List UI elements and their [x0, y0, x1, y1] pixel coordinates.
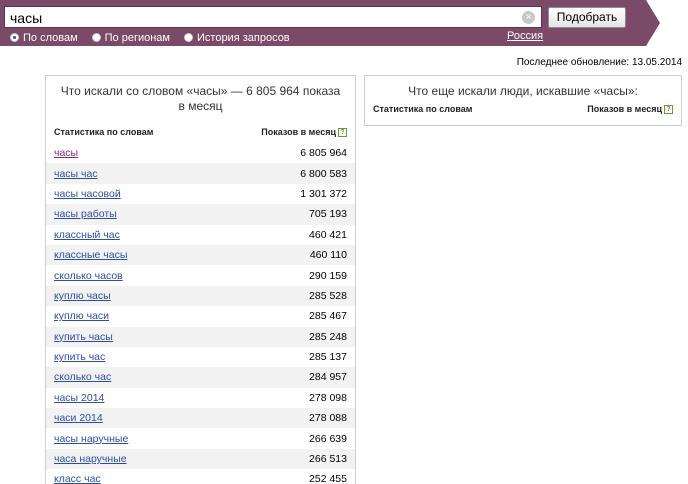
word-stats-panel: Что искали со словом «часы» — 6 805 964 … [45, 75, 356, 484]
radio-icon[interactable] [91, 33, 101, 42]
phrase-link[interactable]: куплю часи [54, 310, 109, 322]
phrase-link[interactable]: часи 2014 [54, 412, 103, 424]
phrase-link[interactable]: часы [54, 147, 78, 159]
impression-count: 460 421 [309, 228, 347, 241]
phrase-link[interactable]: часа наручные [54, 453, 127, 465]
submit-button[interactable]: Подобрать [548, 7, 626, 28]
phrase-link[interactable]: сколько часов [54, 270, 123, 282]
mode-label: По словам [23, 31, 78, 44]
search-header: часы × Подобрать По словам По регионам И… [0, 0, 688, 46]
table-row: классный час 460 421 [46, 225, 355, 245]
table-row: куплю часи 285 467 [46, 306, 355, 326]
mode-selector: По словам По регионам История запросов [10, 31, 304, 44]
help-icon[interactable]: ? [338, 128, 347, 138]
impression-count: 252 455 [309, 473, 347, 484]
impression-count: 284 957 [309, 371, 347, 384]
impression-count: 285 248 [309, 330, 347, 343]
column-headers: Статистика по словам Показов в месяц? [365, 100, 681, 118]
column-counts: Показов в месяц? [261, 127, 347, 138]
table-row: сколько часов 290 159 [46, 265, 355, 285]
column-words: Статистика по словам [373, 104, 473, 114]
panel-title: Что еще искали люди, искавшие «часы»: [408, 84, 638, 98]
mode-label: По регионам [104, 31, 170, 44]
phrase-link[interactable]: куплю часы [54, 290, 111, 302]
column-words: Статистика по словам [54, 127, 154, 137]
help-icon[interactable]: ? [664, 105, 673, 115]
mode-option-regions[interactable]: По регионам [91, 31, 170, 44]
panel-title: Что искали со словом «часы» — 6 805 964 … [60, 84, 341, 113]
table-row: класс час 252 455 [46, 469, 355, 484]
phrase-link[interactable]: купить часы [54, 331, 113, 343]
table-row: куплю часы 285 528 [46, 285, 355, 307]
phrase-link[interactable]: классные часы [54, 249, 127, 261]
table-row: часи 2014 278 088 [46, 408, 355, 429]
impression-count: 6 805 964 [300, 147, 347, 160]
last-update: Последнее обновление: 13.05.2014 [516, 57, 682, 68]
phrase-link[interactable]: класс час [54, 473, 101, 484]
column-counts: Показов в месяц? [587, 104, 673, 115]
table-row: часы часовой 1 301 372 [46, 184, 355, 204]
radio-icon[interactable] [184, 33, 193, 42]
related-searches-panel: Что еще искали люди, искавшие «часы»: Ст… [364, 75, 682, 126]
impression-count: 1 301 372 [300, 187, 347, 200]
table-row: купить часы 285 248 [46, 326, 355, 347]
phrase-link[interactable]: часы наручные [54, 433, 128, 445]
column-headers: Статистика по словам Показов в месяц? [46, 123, 355, 141]
impression-count: 285 528 [309, 289, 347, 302]
phrase-link[interactable]: часы 2014 [54, 392, 104, 404]
mode-label: История запросов [197, 31, 290, 44]
mode-option-words[interactable]: По словам [10, 31, 78, 44]
impression-count: 285 137 [309, 351, 347, 364]
clear-icon[interactable]: × [522, 11, 535, 24]
table-row: часы 2014 278 098 [46, 388, 355, 408]
search-input[interactable]: часы × [4, 6, 542, 28]
impression-count: 285 467 [309, 310, 347, 323]
table-row: часы работы 705 193 [46, 204, 355, 225]
phrase-link[interactable]: часы час [54, 168, 98, 180]
impression-count: 6 800 583 [300, 167, 347, 180]
phrase-link[interactable]: купить час [54, 351, 105, 363]
table-row: часы час 6 800 583 [46, 163, 355, 184]
phrase-link[interactable]: часы работы [54, 208, 117, 220]
impression-count: 460 110 [309, 249, 347, 262]
impression-count: 266 639 [309, 432, 347, 445]
phrase-link[interactable]: классный час [54, 229, 120, 241]
results-list: часы 6 805 964 часы час 6 800 583 часы часов… [46, 143, 355, 484]
impression-count: 290 159 [309, 269, 347, 282]
impression-count: 266 513 [309, 453, 347, 466]
table-row: часы 6 805 964 [46, 143, 355, 163]
radio-icon[interactable] [10, 33, 19, 42]
impression-count: 278 098 [309, 391, 347, 404]
region-link[interactable]: Россия [507, 30, 543, 42]
table-row: купить час 285 137 [46, 347, 355, 367]
table-row: часа наручные 266 513 [46, 448, 355, 470]
table-row: часы наручные 266 639 [46, 428, 355, 448]
impression-count: 705 193 [309, 208, 347, 221]
header-arrow [646, 0, 660, 46]
table-row: классные часы 460 110 [46, 244, 355, 266]
table-row: сколько час 284 957 [46, 367, 355, 388]
impression-count: 278 088 [309, 412, 347, 425]
search-query[interactable]: часы [10, 10, 42, 26]
mode-option-history[interactable]: История запросов [184, 31, 290, 44]
phrase-link[interactable]: сколько час [54, 371, 111, 383]
phrase-link[interactable]: часы часовой [54, 188, 121, 200]
